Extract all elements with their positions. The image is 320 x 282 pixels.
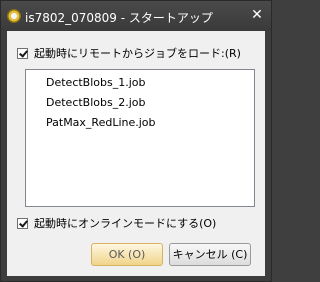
job-listbox[interactable]: DetectBlobs_1.job DetectBlobs_2.job PatM…: [25, 69, 255, 207]
startup-dialog: is7802_070809 - スタートアップ ✕ 起動時にリモートからジョブを…: [0, 0, 272, 282]
dialog-body: 起動時にリモートからジョブをロード:(R) DetectBlobs_1.job …: [7, 31, 265, 276]
load-jobs-checkbox-row[interactable]: 起動時にリモートからジョブをロード:(R): [17, 45, 241, 61]
ok-button[interactable]: OK (O): [91, 243, 163, 266]
list-item[interactable]: DetectBlobs_2.job: [46, 96, 146, 109]
list-item[interactable]: DetectBlobs_1.job: [46, 76, 146, 89]
load-jobs-checkbox-label[interactable]: 起動時にリモートからジョブをロード:(R): [34, 45, 241, 61]
cancel-button[interactable]: キャンセル (C): [169, 243, 251, 266]
title-bar[interactable]: is7802_070809 - スタートアップ ✕: [1, 1, 271, 31]
window-title: is7802_070809 - スタートアップ: [25, 11, 213, 25]
list-item[interactable]: PatMax_RedLine.job: [46, 116, 156, 129]
close-icon[interactable]: ✕: [249, 7, 265, 23]
online-checkbox[interactable]: [17, 217, 28, 229]
load-jobs-checkbox[interactable]: [17, 47, 28, 59]
online-checkbox-row[interactable]: 起動時にオンラインモードにする(O): [17, 215, 216, 231]
app-logo-icon: [7, 9, 21, 23]
online-checkbox-label[interactable]: 起動時にオンラインモードにする(O): [34, 215, 216, 231]
